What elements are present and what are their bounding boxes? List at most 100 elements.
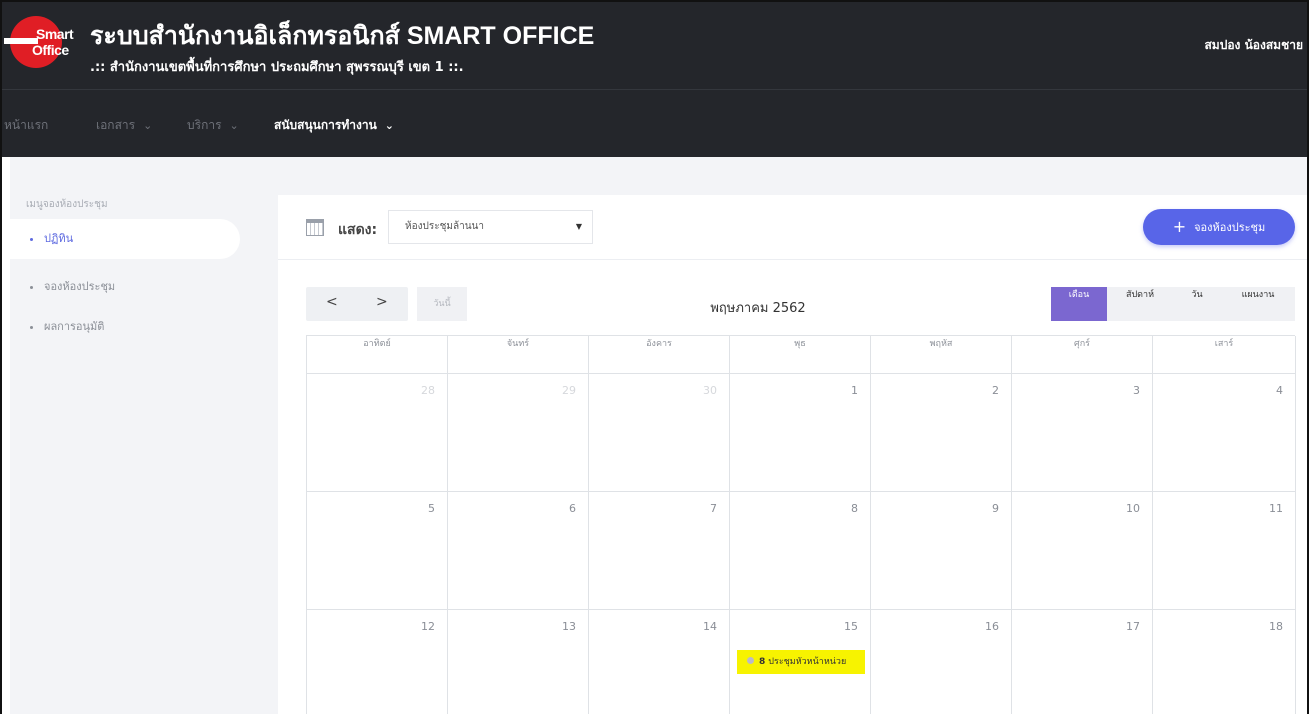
view-day-button[interactable]: วัน bbox=[1173, 287, 1221, 321]
view-switcher: เดือน สัปดาห์ วัน แผนงาน bbox=[1051, 287, 1295, 321]
event-dot-icon bbox=[747, 657, 754, 664]
nav-support[interactable]: สนับสนุนการทำงาน ⌄ bbox=[274, 116, 394, 135]
book-room-button[interactable]: + จองห้องประชุม bbox=[1143, 209, 1295, 245]
calendar-day-cell[interactable]: 6 bbox=[448, 492, 589, 610]
today-button[interactable]: วันนี้ bbox=[417, 287, 467, 321]
view-week-button[interactable]: สัปดาห์ bbox=[1107, 287, 1173, 321]
nav-support-label: สนับสนุนการทำงาน bbox=[274, 118, 377, 132]
calendar-day-cell[interactable]: 1 bbox=[730, 374, 871, 492]
day-number: 7 bbox=[710, 502, 717, 515]
month-nav-group: < > bbox=[306, 287, 408, 321]
month-title: พฤษภาคม 2562 bbox=[710, 301, 806, 316]
calendar-day-cell[interactable]: 8 bbox=[730, 492, 871, 610]
calendar-day-cell[interactable]: 14 bbox=[589, 610, 730, 714]
calendar-day-cell[interactable]: 13 bbox=[448, 610, 589, 714]
calendar-icon bbox=[306, 219, 324, 236]
event-title: ประชุมหัวหน้าหน่วย bbox=[768, 657, 847, 667]
caret-down-icon: ▼ bbox=[575, 222, 582, 231]
day-number: 8 bbox=[851, 502, 858, 515]
day-number: 9 bbox=[992, 502, 999, 515]
book-room-button-label: จองห้องประชุม bbox=[1194, 221, 1266, 234]
view-month-button[interactable]: เดือน bbox=[1051, 287, 1107, 321]
room-select[interactable]: ห้องประชุมล้านนา ▼ bbox=[388, 210, 593, 244]
day-number: 12 bbox=[421, 620, 435, 633]
plus-icon: + bbox=[1172, 217, 1187, 236]
weekday-header: พุธ bbox=[730, 336, 871, 374]
user-menu[interactable]: สมปอง น้องสมชาย bbox=[1204, 36, 1303, 55]
day-number: 11 bbox=[1269, 502, 1283, 515]
calendar-day-cell[interactable]: 11 bbox=[1153, 492, 1296, 610]
calendar-panel: แสดง: ห้องประชุมล้านนา ▼ + จองห้องประชุม … bbox=[278, 195, 1307, 714]
nav-services[interactable]: บริการ ⌄ bbox=[187, 116, 239, 135]
day-number: 6 bbox=[569, 502, 576, 515]
weekday-header: เสาร์ bbox=[1153, 336, 1296, 374]
event-time: 8 bbox=[759, 657, 766, 667]
calendar-day-cell[interactable]: 10 bbox=[1012, 492, 1153, 610]
day-number: 4 bbox=[1276, 384, 1283, 397]
calendar-day-cell[interactable]: 29 bbox=[448, 374, 589, 492]
weekday-header: จันทร์ bbox=[448, 336, 589, 374]
calendar-day-cell[interactable]: 12 bbox=[307, 610, 448, 714]
sidebar-heading: เมนูจองห้องประชุม bbox=[26, 199, 108, 210]
day-number: 10 bbox=[1126, 502, 1140, 515]
day-number: 17 bbox=[1126, 620, 1140, 633]
nav-services-label: บริการ bbox=[187, 118, 222, 132]
weekday-header: อังคาร bbox=[589, 336, 730, 374]
nav-documents-label: เอกสาร bbox=[96, 118, 136, 132]
sidebar-item-label: ปฏิทิน bbox=[44, 232, 74, 245]
app-window: Smart Office ระบบสำนักงานอิเล็กทรอนิกส์ … bbox=[0, 0, 1309, 714]
day-number: 1 bbox=[851, 384, 858, 397]
bullet-icon bbox=[30, 326, 33, 329]
bullet-icon bbox=[30, 238, 33, 241]
day-number: 3 bbox=[1133, 384, 1140, 397]
calendar-day-cell[interactable]: 16 bbox=[871, 610, 1012, 714]
chevron-down-icon: ⌄ bbox=[229, 119, 239, 132]
app-title: ระบบสำนักงานอิเล็กทรอนิกส์ SMART OFFICE bbox=[90, 22, 595, 50]
app-subtitle: .:: สำนักงานเขตพื้นที่การศึกษา ประถมศึกษ… bbox=[90, 60, 464, 75]
day-number: 2 bbox=[992, 384, 999, 397]
day-number: 14 bbox=[703, 620, 717, 633]
calendar-day-cell[interactable]: 18 bbox=[1153, 610, 1296, 714]
day-number: 18 bbox=[1269, 620, 1283, 633]
calendar-day-cell[interactable]: 17 bbox=[1012, 610, 1153, 714]
sidebar: เมนูจองห้องประชุม ปฏิทิน จองห้องประชุม ผ… bbox=[10, 157, 240, 714]
chevron-down-icon: ⌄ bbox=[143, 119, 153, 132]
calendar-day-cell[interactable]: 5 bbox=[307, 492, 448, 610]
sidebar-item-calendar[interactable]: ปฏิทิน bbox=[10, 219, 240, 259]
calendar-day-cell[interactable]: 4 bbox=[1153, 374, 1296, 492]
logo-text-office: Office bbox=[32, 42, 69, 58]
day-number: 28 bbox=[421, 384, 435, 397]
day-number: 5 bbox=[428, 502, 435, 515]
calendar-day-cell[interactable]: 30 bbox=[589, 374, 730, 492]
sidebar-item-approval-results[interactable]: ผลการอนุมัติ bbox=[10, 307, 240, 347]
sidebar-item-book-room[interactable]: จองห้องประชุม bbox=[10, 267, 240, 307]
top-header: Smart Office ระบบสำนักงานอิเล็กทรอนิกส์ … bbox=[2, 2, 1307, 89]
calendar-day-cell[interactable]: 3 bbox=[1012, 374, 1153, 492]
calendar-day-cell[interactable]: 2 bbox=[871, 374, 1012, 492]
next-month-button[interactable]: > bbox=[376, 294, 388, 310]
main-nav: หน้าแรก เอกสาร ⌄ บริการ ⌄ สนับสนุนการทำงาน… bbox=[2, 89, 1307, 157]
sidebar-item-label: จองห้องประชุม bbox=[44, 280, 116, 293]
calendar-day-cell[interactable]: 28 bbox=[307, 374, 448, 492]
calendar-day-cell[interactable]: 15 8 ประชุมหัวหน้าหน่วย bbox=[730, 610, 871, 714]
view-agenda-button[interactable]: แผนงาน bbox=[1221, 287, 1295, 321]
chevron-down-icon: ⌄ bbox=[384, 119, 394, 132]
calendar-day-cell[interactable]: 7 bbox=[589, 492, 730, 610]
day-number: 30 bbox=[703, 384, 717, 397]
calendar-event[interactable]: 8 ประชุมหัวหน้าหน่วย bbox=[737, 650, 865, 674]
weekday-header: อาทิตย์ bbox=[307, 336, 448, 374]
logo-text-smart: Smart bbox=[36, 26, 74, 42]
nav-home[interactable]: หน้าแรก bbox=[4, 116, 48, 135]
prev-month-button[interactable]: < bbox=[326, 294, 338, 310]
calendar-day-cell[interactable]: 9 bbox=[871, 492, 1012, 610]
day-number: 16 bbox=[985, 620, 999, 633]
nav-documents[interactable]: เอกสาร ⌄ bbox=[96, 116, 152, 135]
month-grid: อาทิตย์ จันทร์ อังคาร พุธ พฤหัส ศุกร์ เสาร์ 28 2… bbox=[306, 335, 1296, 714]
show-label: แสดง: bbox=[338, 222, 378, 238]
smart-office-logo[interactable]: Smart Office bbox=[4, 16, 78, 70]
panel-toolbar: แสดง: ห้องประชุมล้านนา ▼ + จองห้องประชุม bbox=[278, 195, 1307, 260]
day-number: 15 bbox=[844, 620, 858, 633]
sidebar-item-label: ผลการอนุมัติ bbox=[44, 320, 105, 333]
nav-home-label: หน้าแรก bbox=[4, 118, 49, 132]
weekday-header: ศุกร์ bbox=[1012, 336, 1153, 374]
